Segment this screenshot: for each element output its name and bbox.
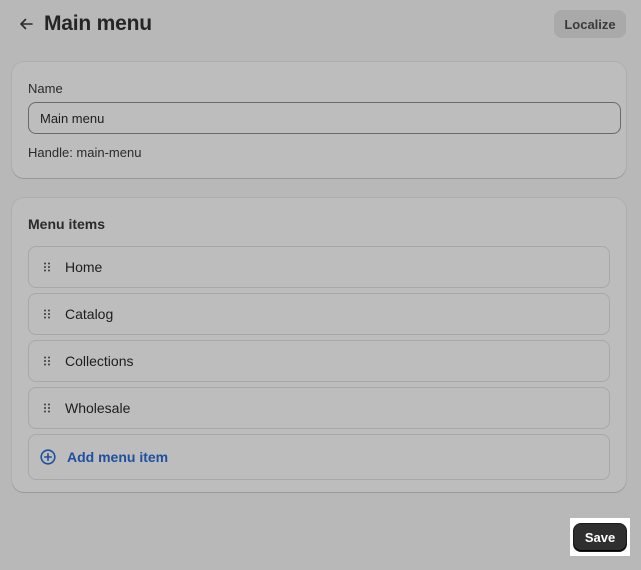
name-card: Name Handle: main-menu	[12, 62, 626, 178]
menu-item-home[interactable]: Home	[28, 246, 610, 288]
drag-handle-icon[interactable]	[42, 403, 52, 413]
menu-item-label: Wholesale	[65, 400, 131, 416]
menu-items-list: Home Catalog Collections Wholesale Add m…	[28, 246, 610, 485]
drag-handle-icon[interactable]	[42, 356, 52, 366]
name-label: Name	[28, 81, 63, 96]
add-menu-item-button[interactable]: Add menu item	[28, 434, 610, 480]
menu-items-title: Menu items	[28, 216, 106, 232]
drag-handle-icon[interactable]	[42, 262, 52, 272]
menu-item-collections[interactable]: Collections	[28, 340, 610, 382]
save-button-highlight: Save	[570, 518, 630, 556]
menu-item-label: Collections	[65, 353, 134, 369]
drag-handle-icon[interactable]	[42, 309, 52, 319]
page-header: Main menu Localize	[0, 0, 641, 48]
menu-item-label: Home	[65, 259, 103, 275]
menu-item-label: Catalog	[65, 306, 114, 322]
menu-items-card: Menu items Home Catalog Collections Whol…	[12, 198, 626, 492]
plus-circle-icon	[39, 448, 57, 466]
menu-item-catalog[interactable]: Catalog	[28, 293, 610, 335]
back-button[interactable]	[14, 12, 38, 36]
localize-button[interactable]: Localize	[554, 10, 626, 38]
add-menu-item-label: Add menu item	[67, 449, 169, 465]
arrow-left-icon	[20, 18, 33, 30]
name-input[interactable]	[28, 102, 621, 134]
menu-item-wholesale[interactable]: Wholesale	[28, 387, 610, 429]
page-title: Main menu	[44, 12, 152, 35]
save-button[interactable]: Save	[574, 524, 626, 551]
handle-text: Handle: main-menu	[28, 145, 142, 160]
